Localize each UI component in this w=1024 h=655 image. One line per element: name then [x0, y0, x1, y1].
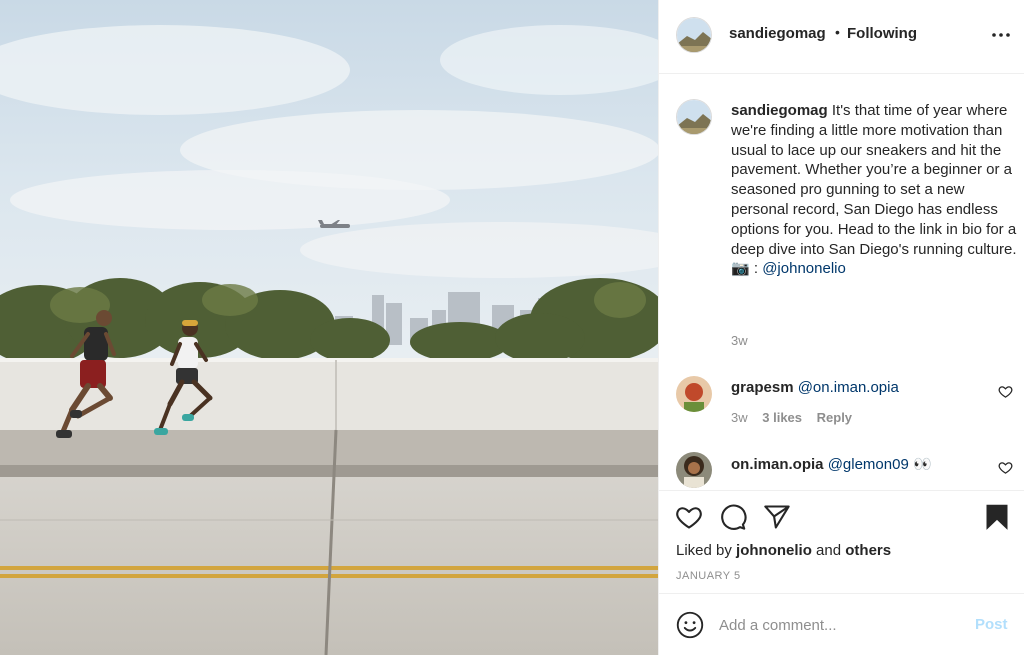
liked-by-others[interactable]: others: [845, 542, 891, 559]
caption-username[interactable]: sandiegomag: [731, 102, 828, 119]
comment-like-heart-icon[interactable]: [998, 384, 1013, 399]
following-button[interactable]: Following: [847, 25, 917, 42]
caption-avatar[interactable]: [676, 99, 712, 135]
post-photo[interactable]: [0, 0, 658, 655]
post-photo-image: [0, 0, 658, 655]
reply-button[interactable]: Reply: [817, 410, 852, 425]
credit-mention[interactable]: @johnonelio: [762, 260, 846, 277]
author-avatar[interactable]: [676, 17, 712, 53]
liked-by-prefix: Liked by: [676, 542, 732, 559]
comment-icon[interactable]: [719, 503, 747, 531]
comment-username[interactable]: grapesm: [731, 379, 794, 396]
more-horizontal-icon[interactable]: [989, 22, 1013, 46]
emoji-icon[interactable]: [676, 611, 704, 639]
comment-like-heart-icon[interactable]: [998, 460, 1013, 475]
post-header: sandiegomag • Following: [659, 0, 1024, 74]
comment-mention[interactable]: @on.iman.opia: [798, 379, 899, 396]
liked-by-user[interactable]: johnonelio: [736, 542, 812, 559]
commenter-avatar[interactable]: [676, 452, 712, 488]
credit-separator: :: [749, 260, 763, 278]
camera-icon: 📷: [731, 260, 750, 278]
caption-text-block: sandiegomag It's that time of year where…: [731, 101, 1019, 279]
comment-input[interactable]: [719, 612, 959, 638]
comment-item: on.iman.opia @glemon09 👀: [659, 452, 1024, 490]
header-separator: •: [835, 24, 840, 40]
post-actions: Liked by johnonelio and others JANUARY 5: [659, 490, 1024, 592]
caption-timestamp[interactable]: 3w: [731, 333, 748, 348]
post-side-panel: sandiegomag • Following sandiegomag It's…: [658, 0, 1024, 655]
add-comment-bar: Post: [659, 593, 1024, 655]
comment-text: grapesm @on.iman.opia: [731, 379, 899, 396]
post-date[interactable]: JANUARY 5: [676, 570, 741, 582]
bookmark-icon[interactable]: [983, 503, 1011, 531]
author-username[interactable]: sandiegomag: [729, 25, 826, 42]
liked-by-and: and: [816, 542, 842, 559]
post-button[interactable]: Post: [975, 616, 1008, 633]
share-icon[interactable]: [763, 503, 791, 531]
comments-list[interactable]: sandiegomag It's that time of year where…: [659, 75, 1024, 490]
comment-likes[interactable]: 3 likes: [762, 410, 802, 425]
heart-icon[interactable]: [675, 503, 703, 531]
commenter-avatar[interactable]: [676, 376, 712, 412]
comment-mention[interactable]: @glemon09: [828, 456, 909, 473]
comment-username[interactable]: on.iman.opia: [731, 456, 824, 473]
eyes-emoji: 👀: [912, 456, 932, 473]
comment-meta: 3w 3 likes Reply: [731, 410, 863, 425]
comment-item: grapesm @on.iman.opia 3w 3 likes Reply: [659, 376, 1024, 436]
comment-text: on.iman.opia @glemon09 👀: [731, 455, 932, 473]
liked-by: Liked by johnonelio and others: [676, 542, 891, 559]
comment-timestamp[interactable]: 3w: [731, 410, 748, 425]
caption-text: It's that time of year where we're findi…: [731, 102, 1017, 258]
